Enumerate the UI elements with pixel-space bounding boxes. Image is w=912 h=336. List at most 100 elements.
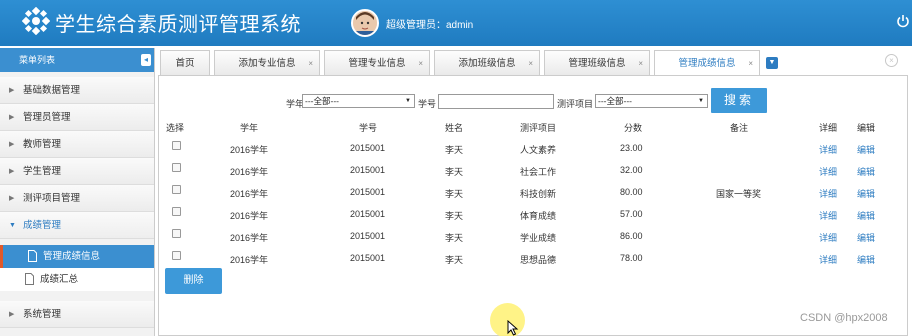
row-checkbox[interactable] — [172, 251, 181, 260]
col-header-student-no: 学号 — [359, 123, 378, 133]
chevron-down-icon[interactable]: ▼ — [766, 57, 778, 69]
row-checkbox[interactable] — [172, 229, 181, 238]
sidebar-item-label: 系统管理 — [23, 309, 62, 320]
sidebar-item-label: 管理员管理 — [23, 112, 71, 123]
watermark: CSDN @hpx2008 — [800, 312, 888, 324]
tab-label: 管理专业信息 — [348, 58, 406, 69]
cell-student-no: 2015001 — [350, 187, 386, 197]
edit-link[interactable]: 编辑 — [857, 165, 875, 178]
cell-score: 57.00 — [620, 209, 643, 219]
col-header-year: 学年 — [240, 123, 259, 133]
col-header-score: 分数 — [624, 123, 643, 133]
cell-evaluation-item: 社会工作 — [520, 167, 557, 177]
sidebar-item-score[interactable]: ▼ 成绩管理 — [0, 212, 154, 239]
detail-link[interactable]: 详细 — [819, 253, 837, 266]
caret-down-icon: ▼ — [698, 98, 704, 104]
cell-year: 2016学年 — [230, 145, 269, 155]
tab-label: 管理班级信息 — [568, 58, 626, 69]
tab-manage-major[interactable]: 管理专业信息 × — [324, 50, 430, 75]
tab-manage-score[interactable]: 管理成绩信息 × — [654, 50, 760, 76]
row-checkbox[interactable] — [172, 141, 181, 150]
student-no-input[interactable] — [438, 94, 554, 109]
close-icon[interactable]: × — [418, 51, 423, 76]
year-select-value: ---全部--- — [305, 96, 339, 106]
cell-score: 23.00 — [620, 143, 643, 153]
sidebar-item-system[interactable]: ▶ 系统管理 — [0, 301, 154, 328]
cell-year: 2016学年 — [230, 211, 269, 221]
evaluation-item-select[interactable]: ---全部--- ▼ — [595, 94, 708, 108]
close-icon[interactable]: × — [528, 51, 533, 76]
close-icon[interactable]: × — [308, 51, 313, 76]
sidebar-subitem-manage-score[interactable]: 管理成绩信息 — [0, 245, 154, 268]
tab-manage-class[interactable]: 管理班级信息 × — [544, 50, 650, 75]
cell-name: 李天 — [445, 211, 464, 221]
cell-score: 80.00 — [620, 187, 643, 197]
col-header-note: 备注 — [730, 123, 749, 133]
edit-link[interactable]: 编辑 — [857, 143, 875, 156]
col-header-name: 姓名 — [445, 123, 464, 133]
sidebar: 菜单列表 ◂ ▶ 基础数据管理 ▶ 管理员管理 ▶ 教师管理 ▶ 学生管理 ▶ … — [0, 48, 155, 336]
sidebar-item-teacher[interactable]: ▶ 教师管理 — [0, 131, 154, 158]
cell-student-no: 2015001 — [350, 143, 386, 153]
sidebar-title: 菜单列表 ◂ — [0, 48, 154, 72]
cell-student-no: 2015001 — [350, 231, 386, 241]
caret-down-icon: ▼ — [405, 98, 411, 104]
year-select[interactable]: ---全部--- ▼ — [302, 94, 415, 108]
row-checkbox[interactable] — [172, 207, 181, 216]
cell-score: 78.00 — [620, 253, 643, 263]
close-icon[interactable]: × — [638, 51, 643, 76]
filter-row: 学年 ---全部--- ▼ 学号 测评项目 ---全部--- ▼ — [0, 93, 912, 113]
col-header-edit: 编辑 — [857, 123, 876, 133]
sidebar-subitem-score-summary[interactable]: 成绩汇总 — [0, 268, 154, 291]
tab-home[interactable]: 首页 — [160, 50, 210, 75]
edit-link[interactable]: 编辑 — [857, 253, 875, 266]
tab-add-major[interactable]: 添加专业信息 × — [214, 50, 320, 75]
sidebar-item-label: 学生管理 — [23, 166, 62, 177]
detail-link[interactable]: 详细 — [819, 143, 837, 156]
cell-year: 2016学年 — [230, 189, 269, 199]
row-checkbox[interactable] — [172, 163, 181, 172]
cell-note: 国家一等奖 — [716, 189, 762, 199]
delete-button[interactable]: 删除 — [165, 268, 222, 294]
edit-link[interactable]: 编辑 — [857, 187, 875, 200]
close-panel-icon[interactable]: × — [885, 54, 898, 67]
power-icon[interactable] — [896, 14, 910, 28]
current-user-label: 超级管理员：admin — [386, 20, 474, 31]
tab-label: 首页 — [175, 58, 195, 69]
chevron-right-icon: ▶ — [9, 141, 15, 148]
edit-link[interactable]: 编辑 — [857, 209, 875, 222]
tab-bar: 首页 添加专业信息 × 管理专业信息 × 添加班级信息 × 管理班级信息 × 管… — [158, 50, 912, 76]
collapse-sidebar-icon[interactable]: ◂ — [141, 54, 151, 66]
search-button[interactable]: 搜索 — [711, 88, 767, 113]
cell-evaluation-item: 人文素养 — [520, 145, 557, 155]
detail-link[interactable]: 详细 — [819, 209, 837, 222]
row-checkbox[interactable] — [172, 185, 181, 194]
detail-link[interactable]: 详细 — [819, 187, 837, 200]
edit-link[interactable]: 编辑 — [857, 231, 875, 244]
cell-evaluation-item: 体育成绩 — [520, 211, 557, 221]
detail-link[interactable]: 详细 — [819, 165, 837, 178]
cell-name: 李天 — [445, 167, 464, 177]
sidebar-item-label: 测评项目管理 — [23, 193, 81, 204]
detail-link[interactable]: 详细 — [819, 231, 837, 244]
sidebar-subitem-label: 成绩汇总 — [40, 274, 79, 285]
cell-evaluation-item: 学业成绩 — [520, 233, 557, 243]
app-title: 学生综合素质测评管理系统 — [55, 12, 301, 36]
chevron-down-icon: ▼ — [9, 222, 16, 229]
sidebar-item-evaluation-project[interactable]: ▶ 测评项目管理 — [0, 185, 154, 212]
cell-name: 李天 — [445, 145, 464, 155]
tab-add-class[interactable]: 添加班级信息 × — [434, 50, 540, 75]
mouse-cursor-icon — [507, 320, 519, 336]
chevron-right-icon: ▶ — [9, 168, 15, 175]
cell-name: 李天 — [445, 189, 464, 199]
close-icon[interactable]: × — [748, 51, 753, 76]
sidebar-item-student[interactable]: ▶ 学生管理 — [0, 158, 154, 185]
cell-year: 2016学年 — [230, 233, 269, 243]
document-icon — [28, 250, 37, 262]
cell-name: 李天 — [445, 233, 464, 243]
cell-evaluation-item: 科技创新 — [520, 189, 557, 199]
cell-year: 2016学年 — [230, 255, 269, 265]
col-header-select: 选择 — [166, 123, 185, 133]
avatar[interactable] — [351, 9, 379, 37]
tab-label: 添加专业信息 — [238, 58, 296, 69]
